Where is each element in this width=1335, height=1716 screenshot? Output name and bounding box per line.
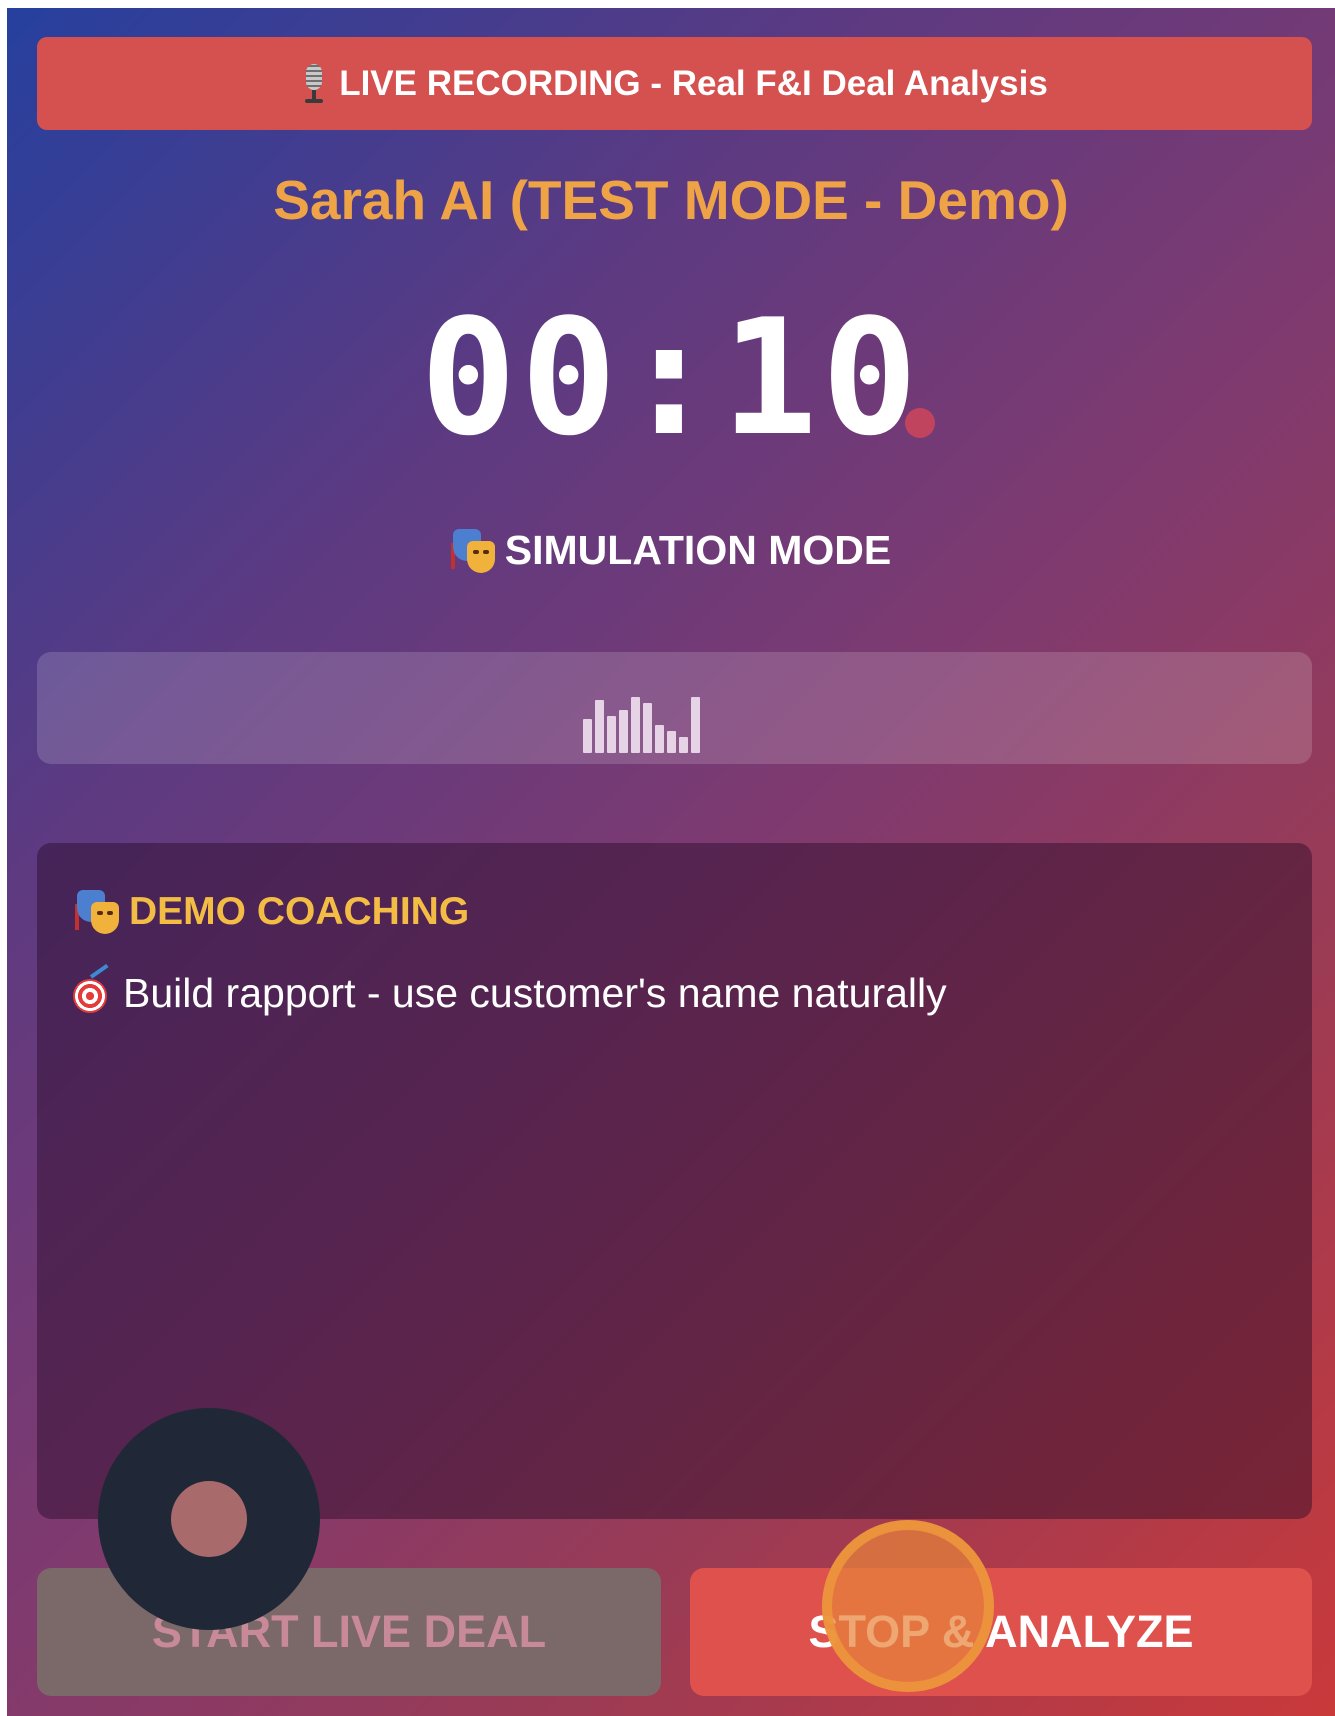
waveform-bar bbox=[643, 703, 652, 753]
coaching-title: DEMO COACHING bbox=[75, 890, 469, 934]
waveform-bar bbox=[607, 716, 616, 753]
waveform-bar bbox=[667, 731, 676, 753]
click-indicator bbox=[822, 1520, 994, 1692]
stop-and-analyze-button[interactable]: STOP & ANALYZE bbox=[690, 1568, 1312, 1696]
audio-waveform bbox=[583, 691, 700, 753]
performing-arts-masks-icon bbox=[450, 528, 497, 573]
record-button-icon bbox=[171, 1481, 247, 1557]
microphone-icon bbox=[301, 63, 327, 104]
live-recording-text: LIVE RECORDING - Real F&I Deal Analysis bbox=[339, 63, 1048, 103]
agent-title: Sarah AI (TEST MODE - Demo) bbox=[273, 169, 1069, 231]
app-frame: LIVE RECORDING - Real F&I Deal Analysis … bbox=[7, 8, 1335, 1716]
coaching-title-text: DEMO COACHING bbox=[129, 890, 470, 933]
waveform-bar bbox=[595, 700, 604, 753]
simulation-mode-text: SIMULATION MODE bbox=[504, 527, 892, 573]
performing-arts-masks-icon bbox=[75, 890, 121, 934]
waveform-bar bbox=[679, 737, 688, 753]
waveform-bar bbox=[631, 697, 640, 753]
coaching-tip-text: Build rapport - use customer's name natu… bbox=[123, 970, 947, 1016]
recording-dot bbox=[905, 408, 935, 438]
target-dart-icon bbox=[73, 963, 111, 1013]
waveform-bar bbox=[655, 725, 664, 753]
waveform-bar bbox=[619, 710, 628, 753]
live-recording-banner: LIVE RECORDING - Real F&I Deal Analysis bbox=[37, 37, 1312, 130]
coaching-tip: Build rapport - use customer's name natu… bbox=[73, 963, 947, 1017]
waveform-bar bbox=[583, 719, 592, 753]
simulation-mode-label: SIMULATION MODE bbox=[7, 527, 1335, 574]
waveform-bar bbox=[691, 697, 700, 753]
record-fab-button[interactable] bbox=[98, 1408, 320, 1630]
recording-timer: 00:10 bbox=[420, 284, 922, 471]
